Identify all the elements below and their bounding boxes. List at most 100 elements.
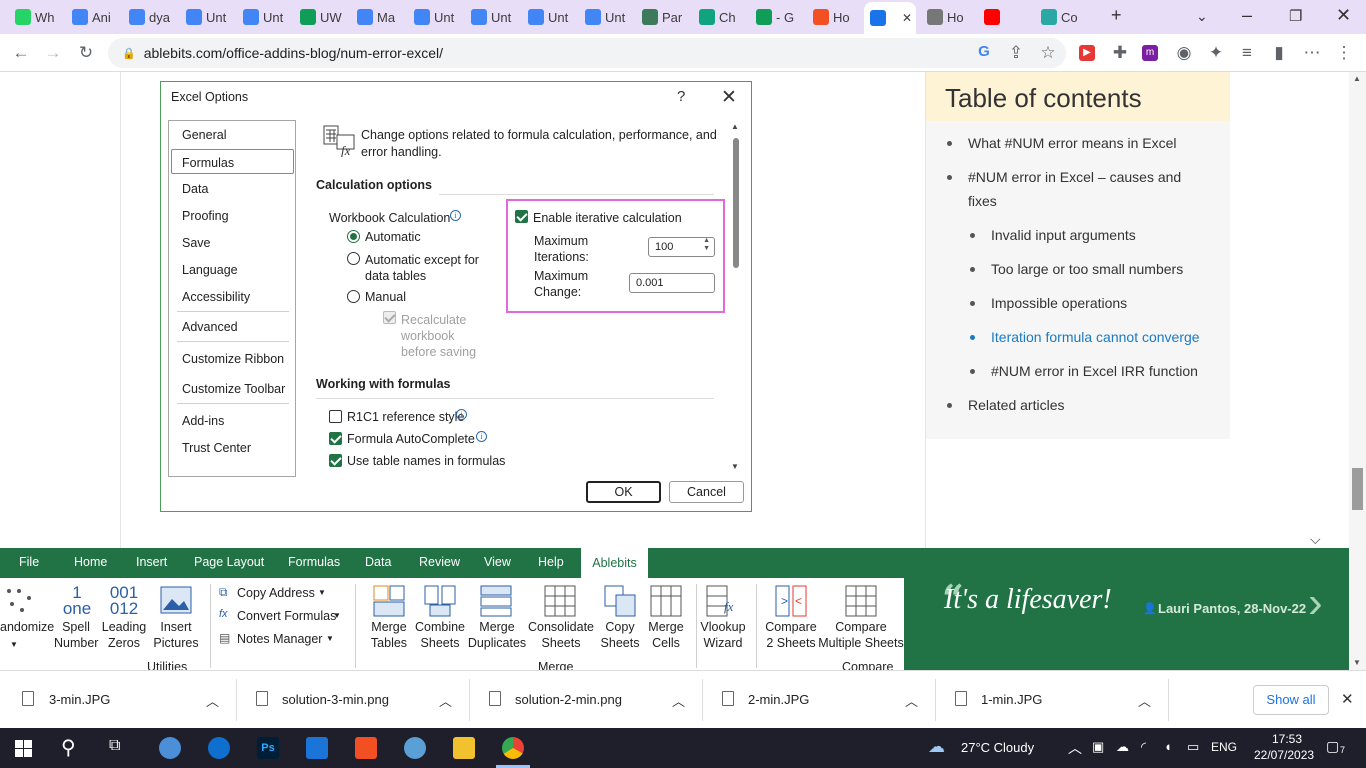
scroll-up-icon[interactable]: ▲ bbox=[1353, 74, 1361, 83]
options-scroll-thumb[interactable] bbox=[733, 138, 739, 268]
toc-link[interactable]: #NUM error in Excel IRR function bbox=[991, 359, 1198, 383]
browser-tab[interactable]: Wh bbox=[15, 4, 70, 30]
extension-icon[interactable]: ▶ bbox=[1079, 45, 1095, 61]
download-item[interactable]: solution-2-min.png bbox=[515, 692, 622, 707]
max-iterations-input[interactable]: 100 ▲ ▼ bbox=[648, 237, 715, 257]
task-view-icon[interactable]: ⧉ bbox=[109, 737, 120, 755]
ok-button[interactable]: OK bbox=[586, 481, 661, 503]
scroll-up-icon[interactable]: ▲ bbox=[731, 122, 739, 131]
cancel-button[interactable]: Cancel bbox=[669, 481, 744, 503]
kebab-menu-icon[interactable]: ⋮ bbox=[1334, 43, 1354, 63]
forward-icon[interactable]: → bbox=[43, 43, 63, 63]
merge-duplicates-button[interactable]: Merge Duplicates bbox=[466, 619, 528, 651]
ribbon-tab[interactable]: Page Layout bbox=[194, 555, 264, 569]
category-item[interactable]: Customize Ribbon bbox=[182, 352, 284, 366]
ribbon-tab-active[interactable]: Ablebits bbox=[581, 548, 648, 578]
weather-icon[interactable]: ☁ bbox=[928, 737, 945, 757]
weather-text[interactable]: 27°C Cloudy bbox=[961, 740, 1034, 755]
compare-multiple-sheets-button[interactable]: Compare Multiple Sheets bbox=[818, 619, 904, 651]
category-item[interactable]: Data bbox=[182, 182, 208, 196]
extension-icon[interactable]: ✚ bbox=[1110, 43, 1130, 63]
category-item[interactable]: Language bbox=[182, 263, 238, 277]
ribbon-tab[interactable]: Formulas bbox=[288, 555, 340, 569]
browser-tab[interactable] bbox=[984, 4, 1039, 30]
browser-tab[interactable]: Ho bbox=[927, 4, 982, 30]
browser-tab[interactable]: Ani bbox=[72, 4, 127, 30]
dropdown-arrow-icon[interactable]: ▼ bbox=[10, 637, 18, 653]
ribbon-tab[interactable]: Help bbox=[538, 555, 564, 569]
photoshop-icon[interactable]: Ps bbox=[257, 737, 279, 759]
back-icon[interactable]: ← bbox=[11, 43, 31, 63]
google-icon[interactable]: G bbox=[974, 43, 994, 60]
clock-date[interactable]: 22/07/2023 bbox=[1254, 748, 1314, 762]
r1c1-checkbox[interactable] bbox=[329, 410, 342, 423]
clock-time[interactable]: 17:53 bbox=[1263, 732, 1311, 746]
app-icon[interactable] bbox=[159, 737, 181, 759]
browser-tab[interactable]: dya bbox=[129, 4, 184, 30]
category-item[interactable]: General bbox=[182, 128, 226, 142]
ribbon-tab[interactable]: Home bbox=[74, 555, 107, 569]
chevron-up-icon[interactable]: ︿ bbox=[206, 691, 219, 710]
consolidate-sheets-button[interactable]: Consolidate Sheets bbox=[526, 619, 596, 651]
toc-link[interactable]: What #NUM error means in Excel bbox=[968, 131, 1177, 155]
combine-sheets-button[interactable]: Combine Sheets bbox=[414, 619, 466, 651]
mail-icon[interactable] bbox=[306, 737, 328, 759]
menu-icon[interactable]: ⋯ bbox=[1302, 43, 1322, 63]
app-icon[interactable] bbox=[404, 737, 426, 759]
reload-icon[interactable]: ↻ bbox=[76, 43, 96, 63]
chevron-up-icon[interactable]: ︿ bbox=[672, 691, 685, 710]
help-icon[interactable]: ? bbox=[677, 88, 685, 105]
close-icon[interactable]: ✕ bbox=[721, 86, 737, 109]
category-item-selected[interactable]: Formulas bbox=[171, 149, 294, 174]
download-item[interactable]: 2-min.JPG bbox=[748, 692, 809, 707]
dropdown-arrow-icon[interactable]: ▼ bbox=[333, 608, 341, 624]
new-tab-button[interactable]: + bbox=[1111, 5, 1122, 26]
copy-sheets-button[interactable]: Copy Sheets bbox=[594, 619, 646, 651]
category-item[interactable]: Accessibility bbox=[182, 290, 250, 304]
browser-tab[interactable]: Unt bbox=[585, 4, 640, 30]
browser-tab[interactable]: Unt bbox=[243, 4, 298, 30]
minimize-button[interactable]: – bbox=[1242, 5, 1252, 26]
randomize-button[interactable]: andomize bbox=[0, 619, 54, 635]
insert-pictures-button[interactable]: Insert Pictures bbox=[148, 619, 204, 651]
category-item[interactable]: Customize Toolbar bbox=[182, 382, 285, 396]
compare-2-sheets-button[interactable]: Compare 2 Sheets bbox=[764, 619, 818, 651]
browser-tab[interactable]: Ho bbox=[813, 4, 868, 30]
manual-radio[interactable] bbox=[347, 290, 360, 303]
windows-start-icon[interactable] bbox=[15, 740, 32, 757]
page-scrollbar[interactable]: ▲ ▼ bbox=[1349, 72, 1366, 672]
edge-icon[interactable] bbox=[208, 737, 230, 759]
automatic-except-radio[interactable] bbox=[347, 252, 360, 265]
max-change-input[interactable]: 0.001 bbox=[629, 273, 715, 293]
file-explorer-icon[interactable] bbox=[453, 737, 475, 759]
store-icon[interactable] bbox=[355, 737, 377, 759]
puzzle-extensions-icon[interactable]: ✦ bbox=[1206, 43, 1226, 63]
toc-link[interactable]: Impossible operations bbox=[991, 291, 1127, 315]
dropdown-arrow-icon[interactable]: ▼ bbox=[326, 631, 334, 647]
toc-link[interactable]: #NUM error in Excel – causes and fixes bbox=[968, 165, 1198, 213]
recalculate-checkbox[interactable] bbox=[383, 311, 396, 324]
browser-tab[interactable]: Unt bbox=[414, 4, 469, 30]
category-item[interactable]: Add-ins bbox=[182, 414, 224, 428]
enable-iterative-checkbox[interactable] bbox=[515, 210, 528, 223]
show-all-button[interactable]: Show all bbox=[1253, 685, 1329, 715]
merge-tables-button[interactable]: Merge Tables bbox=[363, 619, 415, 651]
formula-autocomplete-checkbox[interactable] bbox=[329, 432, 342, 445]
notification-icon[interactable]: ▢ bbox=[1326, 738, 1339, 755]
scroll-down-icon[interactable]: ▼ bbox=[731, 462, 739, 471]
download-item[interactable]: solution-3-min.png bbox=[282, 692, 389, 707]
tray-icon[interactable]: ▣ bbox=[1092, 739, 1104, 755]
toc-link[interactable]: Too large or too small numbers bbox=[991, 257, 1183, 281]
table-names-checkbox[interactable] bbox=[329, 454, 342, 467]
scroll-down-icon[interactable]: ▼ bbox=[1353, 658, 1361, 667]
browser-tab[interactable]: Unt bbox=[528, 4, 583, 30]
browser-tab[interactable]: ✕ bbox=[864, 2, 916, 34]
ribbon-tab[interactable]: Data bbox=[365, 555, 391, 569]
chrome-icon[interactable] bbox=[502, 737, 524, 759]
ribbon-tab[interactable]: Review bbox=[419, 555, 460, 569]
chevron-up-icon[interactable]: ︿ bbox=[905, 691, 918, 710]
category-item[interactable]: Advanced bbox=[182, 320, 238, 334]
bookmark-star-icon[interactable]: ☆ bbox=[1038, 43, 1058, 63]
search-icon[interactable]: ⚲ bbox=[61, 735, 76, 760]
spinner-arrows-icon[interactable]: ▲ ▼ bbox=[703, 237, 710, 253]
